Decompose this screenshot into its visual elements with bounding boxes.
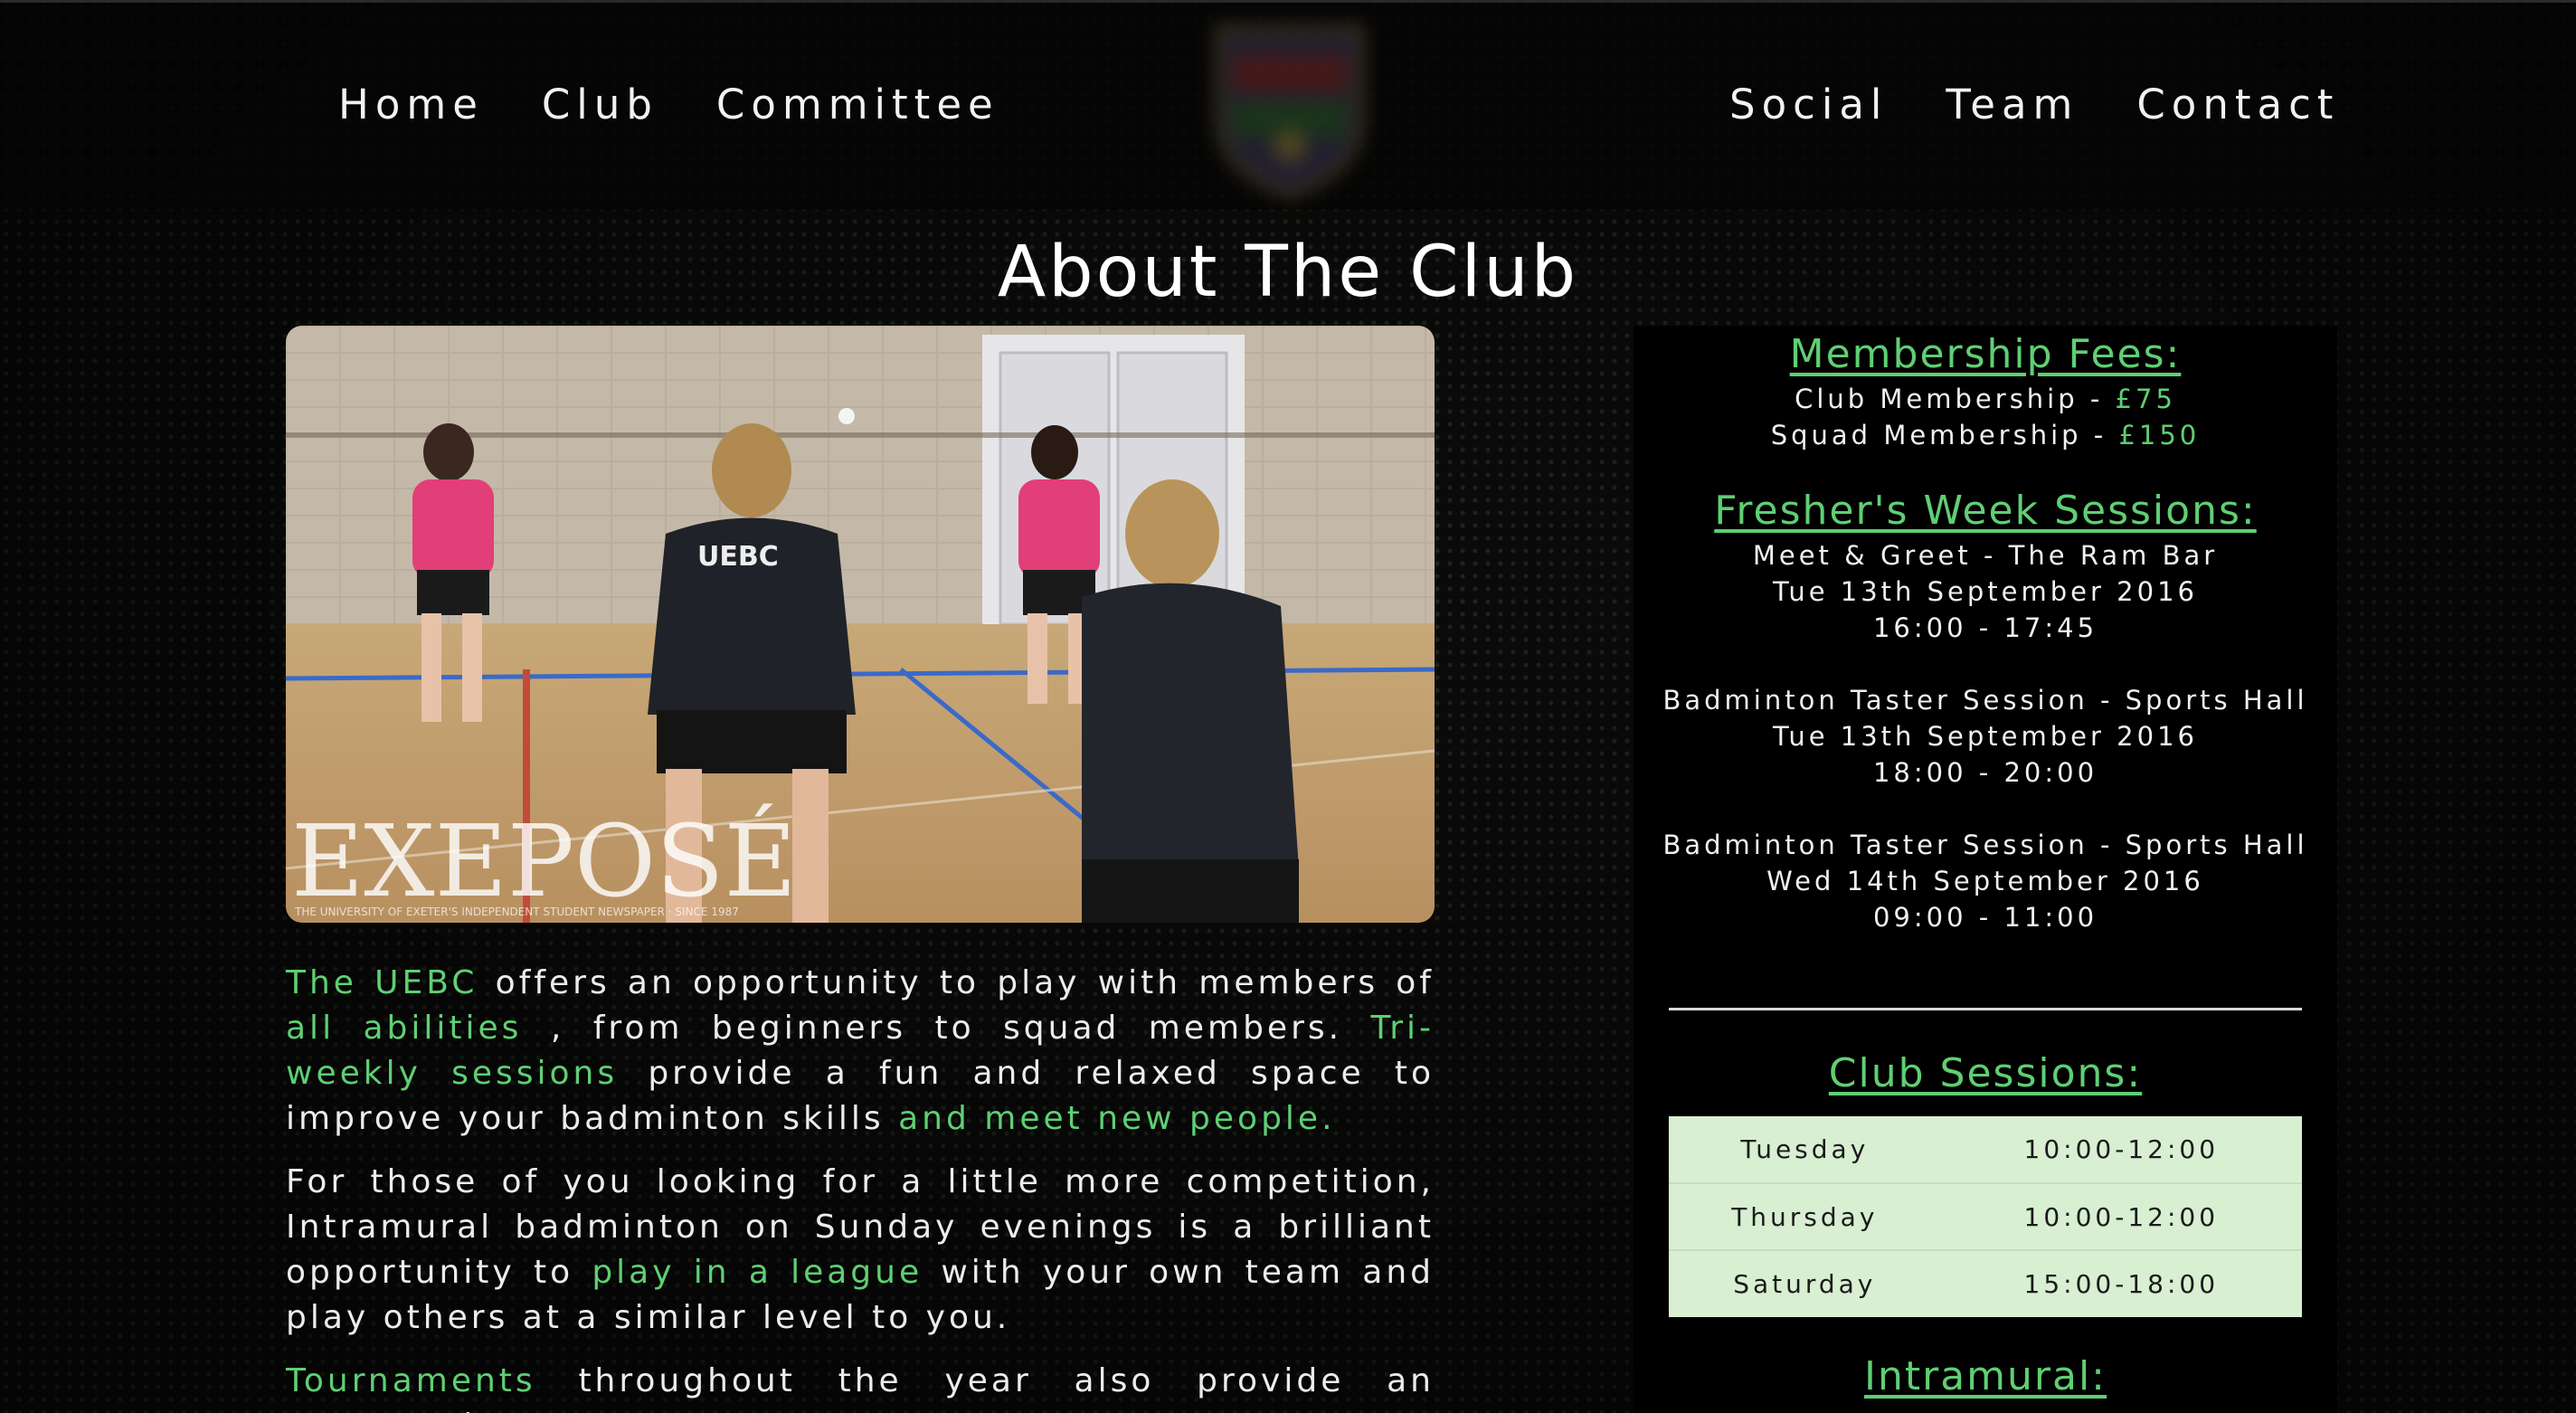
event-title: Meet & Greet - The Ram Bar xyxy=(1752,540,2219,571)
table-row: Tuesday 10:00-12:00 xyxy=(1669,1116,2302,1184)
about-text: , from beginners to squad members. xyxy=(522,1010,1371,1047)
fee-price: £75 xyxy=(2115,384,2176,414)
shirt-text: UEBC xyxy=(697,541,779,573)
freshers-heading: Fresher's Week Sessions: xyxy=(1714,488,2257,534)
membership-heading: Membership Fees: xyxy=(1789,331,2182,377)
hero-watermark-sub: THE UNIVERSITY OF EXETER'S INDEPENDENT S… xyxy=(294,906,739,918)
all-abilities-highlight: all abilities xyxy=(286,1010,523,1047)
fee-squad-membership: Squad Membership - £150 xyxy=(1634,417,2337,453)
nav-team-link[interactable]: Team xyxy=(1946,81,2079,128)
event-date: Tue 13th September 2016 xyxy=(1773,721,2198,752)
fee-club-membership: Club Membership - £75 xyxy=(1634,381,2337,417)
table-row: Saturday 15:00-18:00 xyxy=(1669,1250,2302,1317)
event-title: Badminton Taster Session - Sports Hall xyxy=(1662,685,2308,716)
nav-left-group: Home Club Committee xyxy=(338,81,999,128)
nav-right-group: Social Team Contact xyxy=(1729,81,2339,128)
table-row: Thursday 10:00-12:00 xyxy=(1669,1183,2302,1251)
nav-social-link[interactable]: Social xyxy=(1729,81,1888,128)
page-title: About The Club xyxy=(997,232,1579,313)
fee-label: Squad Membership - xyxy=(1770,420,2119,450)
top-navbar: Home Club Committee Social Team Contact xyxy=(0,0,2576,210)
intramural-heading: Intramural: xyxy=(1863,1353,2107,1399)
league-highlight: play in a league xyxy=(592,1254,923,1291)
about-paragraph-1: The UEBC offers an opportunity to play w… xyxy=(286,961,1435,1142)
nav-club-link[interactable]: Club xyxy=(542,81,658,128)
info-panel: Membership Fees: Club Membership - £75 S… xyxy=(1634,326,2337,1413)
about-paragraph-2: For those of you looking for a little mo… xyxy=(286,1160,1435,1341)
session-time: 10:00-12:00 xyxy=(1940,1183,2302,1251)
about-content: UEBC EXEPOSÉ THE UNIVERSITY OF EXETER'S … xyxy=(286,326,1435,1413)
freshers-event: Badminton Taster Session - Sports Hall W… xyxy=(1634,827,2337,935)
session-time: 10:00-12:00 xyxy=(1940,1116,2302,1184)
tournaments-highlight: Tournaments xyxy=(286,1362,536,1399)
about-paragraph-3: Tournaments throughout the year also pro… xyxy=(286,1359,1435,1413)
event-time: 16:00 - 17:45 xyxy=(1872,612,2098,643)
panel-divider xyxy=(1669,1008,2302,1010)
nav-committee-link[interactable]: Committee xyxy=(716,81,999,128)
event-date: Wed 14th September 2016 xyxy=(1766,866,2204,896)
event-time: 09:00 - 11:00 xyxy=(1872,902,2098,933)
fee-label: Club Membership - xyxy=(1795,384,2116,414)
membership-list: Club Membership - £75 Squad Membership -… xyxy=(1634,381,2337,453)
freshers-events: Meet & Greet - The Ram Bar Tue 13th Sept… xyxy=(1634,537,2337,935)
club-crest-logo[interactable] xyxy=(1209,19,1370,200)
freshers-event: Badminton Taster Session - Sports Hall T… xyxy=(1634,682,2337,791)
session-day: Thursday xyxy=(1669,1183,1941,1251)
fee-price: £150 xyxy=(2118,420,2201,450)
nav-home-link[interactable]: Home xyxy=(338,81,484,128)
club-sessions-table: Tuesday 10:00-12:00 Thursday 10:00-12:00… xyxy=(1669,1116,2302,1317)
about-text: offers an opportunity to play with membe… xyxy=(478,964,1435,1001)
meet-people-highlight: and meet new people. xyxy=(898,1100,1336,1137)
session-day: Saturday xyxy=(1733,1269,1877,1299)
event-title: Badminton Taster Session - Sports Hall xyxy=(1662,830,2308,860)
badminton-hero-image: UEBC EXEPOSÉ THE UNIVERSITY OF EXETER'S … xyxy=(286,326,1435,923)
session-day: Tuesday xyxy=(1669,1116,1941,1184)
event-date: Tue 13th September 2016 xyxy=(1773,576,2198,607)
freshers-event: Meet & Greet - The Ram Bar Tue 13th Sept… xyxy=(1634,537,2337,646)
nav-contact-link[interactable]: Contact xyxy=(2136,81,2339,128)
club-sessions-heading: Club Sessions: xyxy=(1828,1050,2143,1096)
uebc-highlight: The UEBC xyxy=(286,964,478,1001)
event-time: 18:00 - 20:00 xyxy=(1872,757,2098,788)
about-body: The UEBC offers an opportunity to play w… xyxy=(286,961,1435,1413)
session-time: 15:00-18:00 xyxy=(2023,1269,2220,1299)
hero-watermark: EXEPOSÉ xyxy=(291,802,797,919)
